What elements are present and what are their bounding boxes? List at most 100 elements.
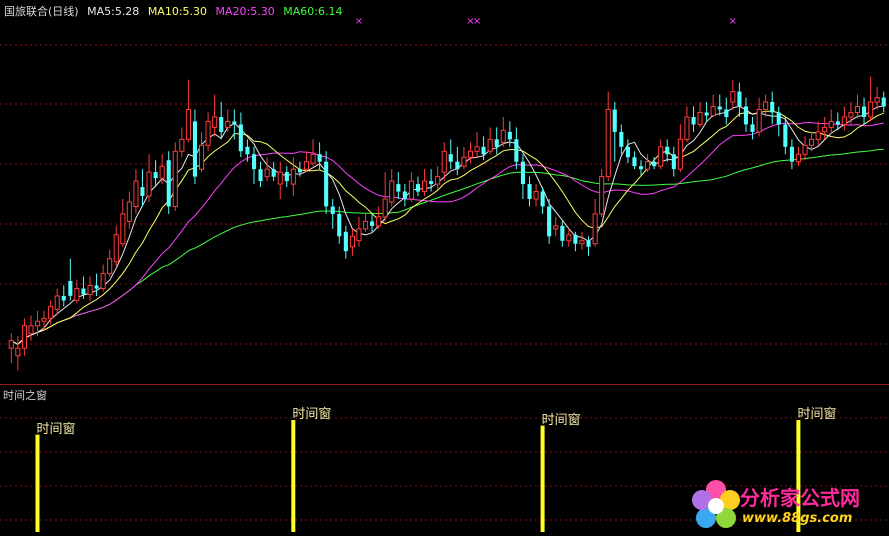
candle-body-down [455,161,460,170]
time-window-bar [540,425,545,532]
time-window-label: 时间窗 [292,407,332,422]
candle-body-down [284,172,289,182]
candle-body-up [159,165,165,179]
candle-body-up [605,109,611,178]
candle-body-up [35,320,41,327]
candle-body-down [317,154,322,162]
candle-body-down [547,206,552,237]
candle-body-down [586,240,591,247]
time-window-label: 时间窗 [541,412,581,428]
ma20-line [11,122,884,346]
candle-body-down [665,146,670,155]
candle-body-down [573,234,578,244]
candle-body-down [481,146,486,155]
candle-body-down [612,109,617,132]
candle-body-down [192,121,197,177]
candle-body-up [795,153,802,163]
candle-body-up [592,213,598,245]
flower-logo-icon [692,480,740,528]
candle-body-up [822,126,828,133]
candle-body-down [153,172,158,179]
candle-body-up [658,146,664,167]
candle-body-down [429,181,434,185]
candle-body-up [87,285,93,295]
candle-body-down [271,169,276,177]
candle-body-up [815,131,821,140]
flower-logo-icon-center [708,498,724,514]
candle-body-up [199,144,205,170]
time-window-label: 时间窗 [797,407,837,422]
candle-body-down [258,169,263,182]
candle-body-down [245,146,250,155]
ma5-line [11,105,884,346]
ma5-series [11,105,884,346]
candle-body-down [166,160,171,207]
watermark-title: 分析家公式网 [740,486,860,510]
candle-body-down [343,231,348,252]
candle-body-down [625,146,630,158]
candle-body-down [68,281,73,296]
candle-body-up [841,116,847,125]
candle-body-up [8,340,14,349]
candle-body-up [48,305,54,319]
candle-body-up [376,216,382,227]
candle-body-up [303,161,309,170]
candle-body-down [652,161,657,167]
candle-body-up [828,120,834,128]
candle-body-up [566,234,572,242]
candle-body-down [789,146,794,162]
candle-body-up [212,116,218,128]
legend-ma5: MA5:5.28 [87,5,140,18]
candle-body-up [487,138,493,152]
watermark: 分析家公式网 www.88gs.com [690,478,885,534]
candle-body-up [868,101,874,118]
candle-body-up [854,106,861,113]
candle-body-down [737,91,742,107]
ma20-series [11,122,884,346]
candle-body-up [389,180,395,203]
legend-ma60: MA60:6.14 [283,5,343,18]
candle-body-down [81,288,86,295]
candle-body-down [238,124,243,152]
candle-body-up [408,180,414,200]
candle-body-up [107,258,113,275]
candle-body-down [632,157,637,167]
candle-body-up [467,150,473,158]
candle-body-down [61,296,66,301]
candle-body-up [579,240,585,245]
cross-marker: × [729,16,737,27]
candle-body-up [15,347,21,357]
candle-body-up [710,106,716,116]
candle-body-up [133,180,139,208]
candle-body-up [363,220,369,230]
candle-body-down [219,117,224,132]
candle-body-up [172,150,178,208]
candle-body-down [402,191,407,199]
candle-body-up [684,116,690,140]
candle-body-up [74,288,80,301]
candle-body-up [697,112,703,125]
candle-body-up [848,112,854,118]
candle-body-down [881,97,886,107]
candle-body-up [756,109,762,133]
ma10-series [11,110,884,346]
candle-body-up [730,91,736,103]
chart-legend: 国旅联合(日线) MA5:5.28 MA10:5.30 MA20:5.30 MA… [4,3,347,19]
candle-body-down [140,187,145,196]
candle-body-down [862,106,867,117]
candle-body-up [645,161,651,170]
candle-body-down [671,154,676,170]
candle-body-up [441,150,447,173]
candle-body-up [809,138,815,146]
candle-body-up [277,171,283,185]
legend-ma10: MA10:5.30 [147,5,208,18]
candle-body-up [100,273,106,290]
candle-body-up [264,168,270,178]
candle-body-down [507,131,512,140]
candle-body-down [337,213,342,237]
candle-body-up [179,138,185,152]
candle-body-up [435,176,441,185]
candle-body-up [349,235,355,248]
candle-body-up [500,129,506,143]
watermark-url: www.88gs.com [742,511,853,526]
